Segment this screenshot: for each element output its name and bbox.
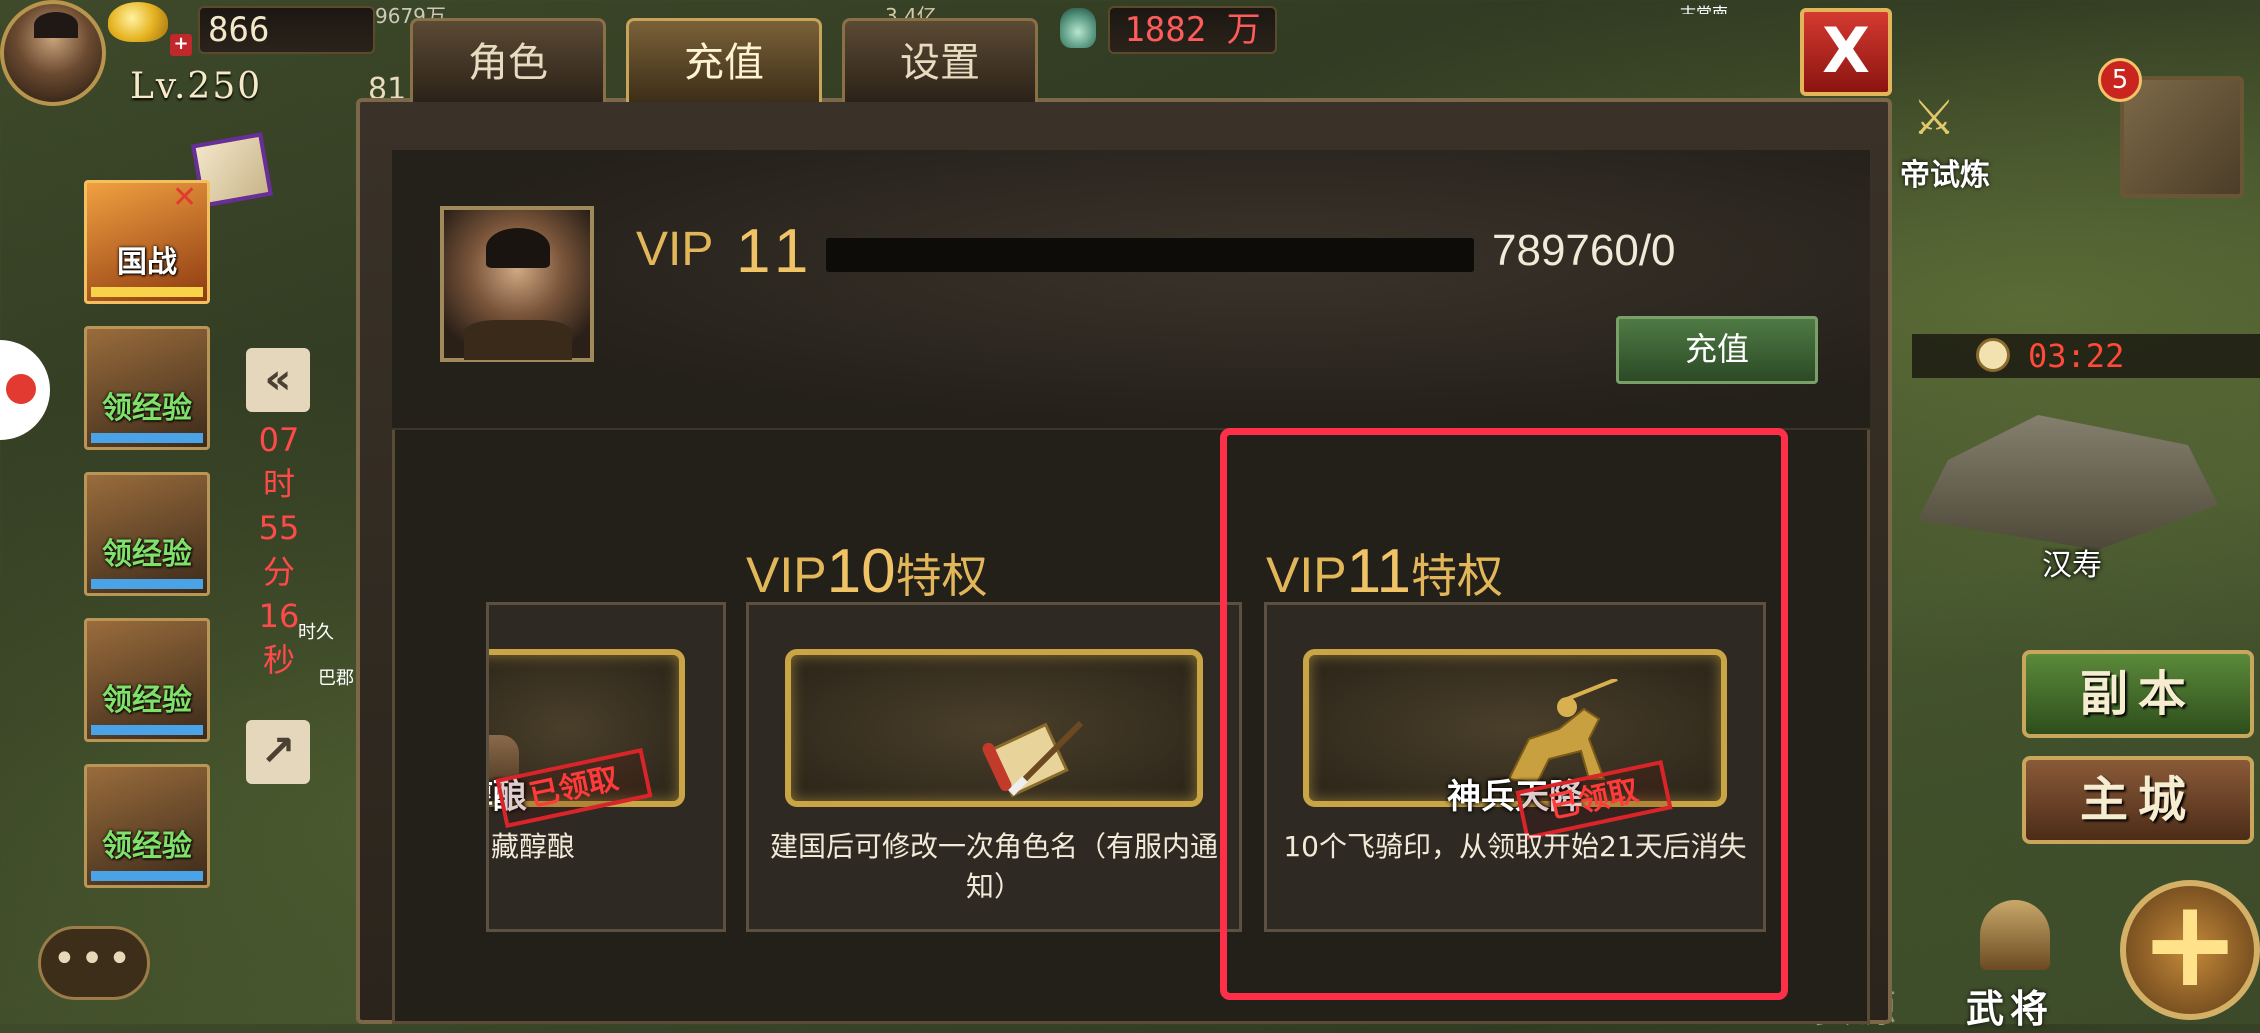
claim-xp-card[interactable]: 领经验 (84, 326, 210, 450)
card-progress-bar (91, 871, 203, 881)
timer-value: 03:22 (2028, 337, 2125, 375)
gold-ingot-icon (108, 2, 168, 42)
main-city-button[interactable]: 主城 (2022, 756, 2254, 844)
close-button[interactable]: X (1800, 8, 1892, 96)
map-location-label: 巴郡 (318, 668, 354, 689)
countdown-unit: 秒 (262, 641, 295, 679)
crossed-swords-icon[interactable]: ⚔ (1908, 92, 1960, 144)
collapse-arrow-button[interactable]: « (246, 348, 310, 412)
countdown-minutes: 55 (258, 509, 300, 547)
perk-description: 藏醇酿 (491, 830, 576, 863)
tab-character[interactable]: 角色 (410, 18, 606, 102)
general-label[interactable]: 武将 (1966, 978, 2054, 1033)
section-vip-label: VIP (746, 547, 827, 603)
scroll-brush-icon (982, 720, 1084, 798)
perk-card[interactable]: 醇酿 已领取 藏醇酿 (486, 602, 726, 932)
countdown-unit: 分 (262, 553, 295, 591)
food-amount: 1882 万 (1108, 6, 1277, 54)
vip10-privilege-title: VIP10特权 (746, 536, 988, 607)
notification-badge: 5 (2098, 58, 2142, 102)
tab-recharge[interactable]: 充值 (626, 18, 822, 102)
claim-xp-label: 领经验 (102, 683, 192, 718)
minimap[interactable] (2120, 76, 2244, 198)
event-countdown: 07 时 55 分 16 秒 (248, 418, 310, 682)
card-progress-bar (91, 725, 203, 735)
claim-xp-card[interactable]: 领经验 (84, 472, 210, 596)
city-label[interactable]: 汉寿 (2042, 540, 2102, 584)
tab-settings[interactable]: 设置 (842, 18, 1038, 102)
vip-label: VIP (636, 223, 714, 276)
perk-card[interactable]: 建国后可修改一次角色名（有服内通知） (746, 602, 1242, 932)
vip-header (392, 150, 1870, 430)
claim-xp-label: 领经验 (102, 829, 192, 864)
highlight-annotation (1220, 428, 1788, 1000)
city-fortress[interactable] (1918, 415, 2218, 550)
claim-xp-label: 领经验 (102, 391, 192, 426)
player-level: Lv.250 (130, 66, 263, 107)
countdown-unit: 时 (262, 465, 295, 503)
claim-xp-card[interactable]: 领经验 (84, 618, 210, 742)
vip-progress-fill (826, 238, 1474, 272)
add-gold-button[interactable]: + (170, 34, 192, 56)
vip-portrait (440, 206, 594, 362)
clock-icon (1976, 338, 2010, 372)
recharge-button[interactable]: 充值 (1616, 316, 1818, 384)
national-war-label: 国战 (117, 245, 177, 280)
countdown-hours: 07 (258, 421, 300, 459)
chat-button[interactable]: ••• (38, 926, 150, 1000)
food-icon (1060, 8, 1096, 48)
crossed-swords-icon: ✕ (172, 180, 198, 215)
player-avatar[interactable] (0, 0, 106, 106)
expand-arrow-button[interactable]: ↗ (246, 720, 310, 784)
perk-item-frame[interactable] (785, 649, 1203, 807)
vip-level: 11 (736, 217, 817, 286)
perk-description: 建国后可修改一次角色名（有服内通知） (769, 830, 1218, 903)
dungeon-button[interactable]: 副本 (2022, 650, 2254, 738)
map-location-label: 古常南 (1680, 4, 1729, 14)
vip-progress-text: 789760/0 (1492, 226, 1676, 275)
claim-xp-label: 领经验 (102, 537, 192, 572)
add-button[interactable]: + (2120, 880, 2260, 1020)
countdown-seconds: 16 (258, 597, 300, 635)
claim-xp-card[interactable]: 领经验 (84, 764, 210, 888)
gold-amount: 866 (198, 6, 375, 54)
card-progress-bar (91, 287, 203, 297)
card-progress-bar (91, 433, 203, 443)
section-vip-level: 10 (826, 537, 896, 606)
weibo-icon[interactable] (0, 340, 50, 440)
card-progress-bar (91, 579, 203, 589)
section-suffix: 特权 (895, 550, 988, 602)
emperor-trial-label[interactable]: 帝试炼 (1900, 150, 1990, 194)
helmet-icon[interactable] (1980, 900, 2050, 970)
